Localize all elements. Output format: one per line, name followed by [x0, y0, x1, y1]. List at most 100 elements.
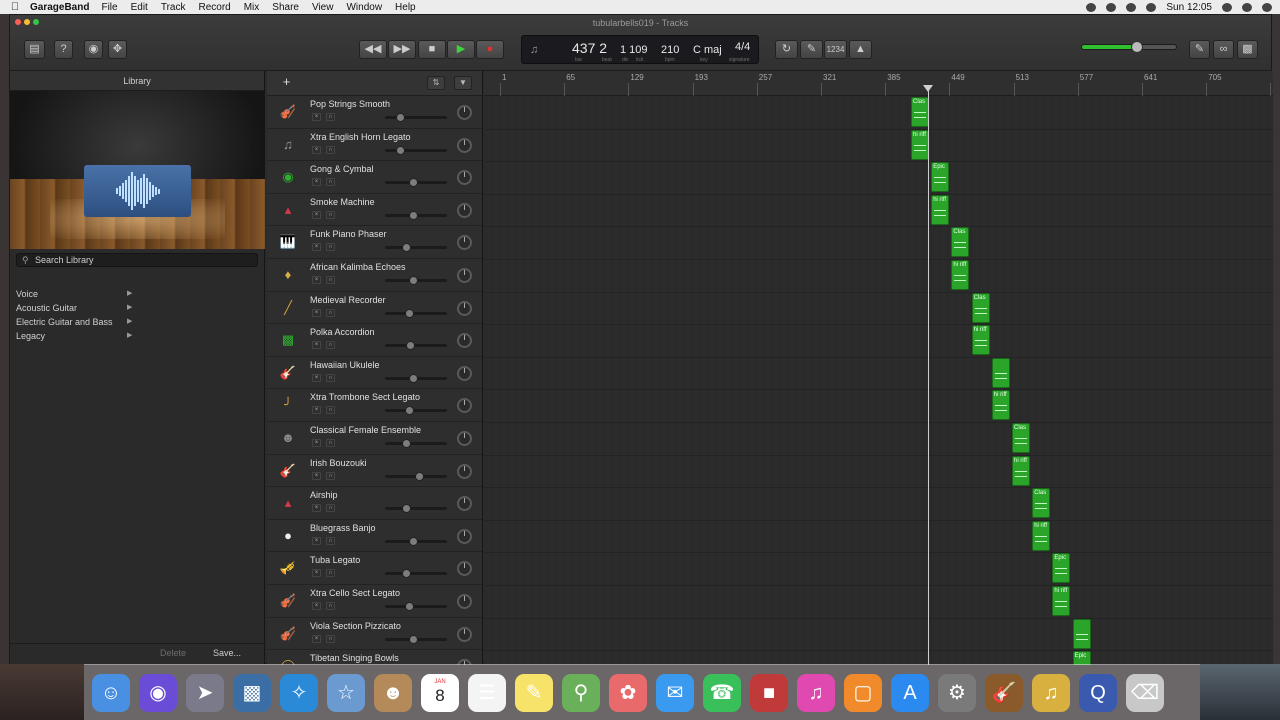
track-volume-knob[interactable]: [405, 601, 414, 611]
pan-knob[interactable]: [457, 365, 472, 381]
track-volume-slider[interactable]: [385, 634, 447, 644]
track-volume-knob[interactable]: [396, 113, 405, 122]
track-volume-slider[interactable]: [385, 504, 447, 514]
track-name[interactable]: Tuba Legato: [310, 555, 360, 565]
mute-button[interactable]: ×: [312, 178, 321, 187]
audio-region[interactable]: Clas: [971, 292, 990, 323]
track-name[interactable]: Medieval Recorder: [310, 295, 386, 305]
mute-button[interactable]: ×: [312, 275, 321, 284]
filter-button[interactable]: ▼: [454, 76, 472, 90]
track-volume-slider[interactable]: [385, 373, 447, 383]
headphones-icon[interactable]: ∩: [326, 536, 335, 545]
track-name[interactable]: Polka Accordion: [310, 327, 375, 337]
spotlight-icon[interactable]: [1222, 2, 1232, 12]
library-toggle-button[interactable]: ▤: [24, 40, 45, 59]
notes-icon[interactable]: ✎: [515, 673, 553, 712]
headphones-icon[interactable]: ∩: [326, 471, 335, 480]
headphones-icon[interactable]: ∩: [326, 275, 335, 284]
headphones-icon[interactable]: ∩: [326, 569, 335, 578]
headphones-icon[interactable]: ∩: [326, 406, 335, 415]
audio-region[interactable]: Clas: [1032, 488, 1051, 519]
facetime-icon[interactable]: ☎: [703, 673, 741, 712]
track-row[interactable]: 🎸 Irish Bouzouki × ∩: [267, 454, 482, 488]
track-volume-slider[interactable]: [385, 243, 447, 253]
loop-browser-button[interactable]: ∞: [1213, 40, 1234, 59]
notification-center-icon[interactable]: [1262, 2, 1272, 12]
mute-button[interactable]: ×: [312, 145, 321, 154]
stop-button[interactable]: ■: [418, 40, 446, 59]
track-name[interactable]: African Kalimba Echoes: [310, 262, 406, 272]
library-delete-button[interactable]: Delete: [160, 648, 186, 658]
headphones-icon[interactable]: ∩: [326, 341, 335, 350]
audio-region[interactable]: Clas: [951, 227, 970, 258]
bar-ruler[interactable]: 1 65 129 193 257 321 385 449 513 577 641 705 7: [484, 71, 1273, 96]
track-volume-knob[interactable]: [409, 275, 418, 285]
mute-button[interactable]: ×: [312, 308, 321, 317]
track-volume-knob[interactable]: [409, 536, 418, 546]
notepad-button[interactable]: ✎: [1189, 40, 1210, 59]
track-volume-knob[interactable]: [402, 569, 411, 579]
app-store-icon[interactable]: A: [891, 673, 929, 712]
track-name[interactable]: Irish Bouzouki: [310, 458, 367, 468]
menu-mix[interactable]: Mix: [244, 2, 260, 13]
mute-button[interactable]: ×: [312, 113, 321, 121]
track-volume-slider[interactable]: [385, 569, 447, 579]
trash-icon[interactable]: ⌫: [1126, 673, 1164, 712]
track-volume-slider[interactable]: [385, 471, 447, 481]
track-row[interactable]: ◉ Gong & Cymbal × ∩: [267, 161, 482, 194]
lcd-display[interactable]: ♫ 437 2 1 109 210 C maj 4/4 bar beat div…: [521, 35, 759, 64]
menu-share[interactable]: Share: [272, 2, 299, 13]
preview-icon[interactable]: ☆: [327, 673, 365, 712]
headphones-icon[interactable]: ∩: [326, 210, 335, 219]
track-volume-knob[interactable]: [402, 243, 411, 253]
track-name[interactable]: Smoke Machine: [310, 197, 375, 207]
metronome-button[interactable]: ▲: [849, 40, 872, 59]
track-volume-slider[interactable]: [385, 438, 447, 448]
ibooks-icon[interactable]: ▢: [844, 673, 882, 712]
track-row[interactable]: ♦ African Kalimba Echoes × ∩: [267, 258, 482, 292]
mute-button[interactable]: ×: [312, 243, 321, 252]
pan-knob[interactable]: [457, 105, 472, 120]
audio-region[interactable]: Epic: [1052, 553, 1071, 584]
track-name[interactable]: Hawaiian Ukulele: [310, 360, 380, 370]
safari-icon[interactable]: ✧: [280, 673, 318, 712]
master-volume-knob[interactable]: [1131, 41, 1143, 53]
lcd-mode-icon[interactable]: ♫: [530, 44, 538, 56]
play-button[interactable]: ▶: [447, 40, 475, 59]
apple-menu-icon[interactable]: : [0, 1, 30, 13]
audio-region[interactable]: [991, 357, 1010, 388]
pan-knob[interactable]: [457, 267, 472, 283]
mute-button[interactable]: ×: [312, 373, 321, 382]
headphones-icon[interactable]: ∩: [326, 601, 335, 610]
track-volume-knob[interactable]: [409, 178, 418, 188]
library-search-input[interactable]: ⚲ Search Library: [16, 253, 258, 267]
headphones-icon[interactable]: ∩: [326, 308, 335, 317]
audio-region[interactable]: Clas: [1012, 423, 1030, 453]
track-row[interactable]: ╱ Medieval Recorder × ∩: [267, 291, 482, 325]
cycle-button[interactable]: ↻: [775, 40, 798, 59]
menu-record[interactable]: Record: [198, 2, 230, 13]
pan-knob[interactable]: [457, 626, 472, 642]
audio-region[interactable]: hi riff: [911, 129, 929, 160]
system-preferences-icon[interactable]: ⚙: [938, 673, 976, 712]
reminders-icon[interactable]: ☰: [468, 673, 506, 712]
menu-window[interactable]: Window: [346, 2, 382, 13]
track-name[interactable]: Xtra Trombone Sect Legato: [310, 392, 420, 402]
track-volume-knob[interactable]: [405, 406, 414, 416]
contacts-icon[interactable]: ☻: [374, 673, 412, 712]
track-volume-slider[interactable]: [385, 113, 447, 122]
headphones-icon[interactable]: ∩: [326, 145, 335, 154]
menu-track[interactable]: Track: [161, 2, 186, 13]
mute-button[interactable]: ×: [312, 569, 321, 578]
track-row[interactable]: 🎹 Funk Piano Phaser × ∩: [267, 226, 482, 259]
menu-view[interactable]: View: [312, 2, 334, 13]
mute-button[interactable]: ×: [312, 504, 321, 513]
track-row[interactable]: 🎺 Tuba Legato × ∩: [267, 552, 482, 585]
pan-knob[interactable]: [457, 430, 472, 446]
track-row[interactable]: ▴ Airship × ∩: [267, 487, 482, 520]
track-volume-knob[interactable]: [409, 373, 418, 383]
playhead-handle[interactable]: [923, 85, 933, 92]
pan-knob[interactable]: [457, 137, 472, 153]
headphones-icon[interactable]: ∩: [326, 178, 335, 187]
track-volume-knob[interactable]: [409, 210, 418, 220]
